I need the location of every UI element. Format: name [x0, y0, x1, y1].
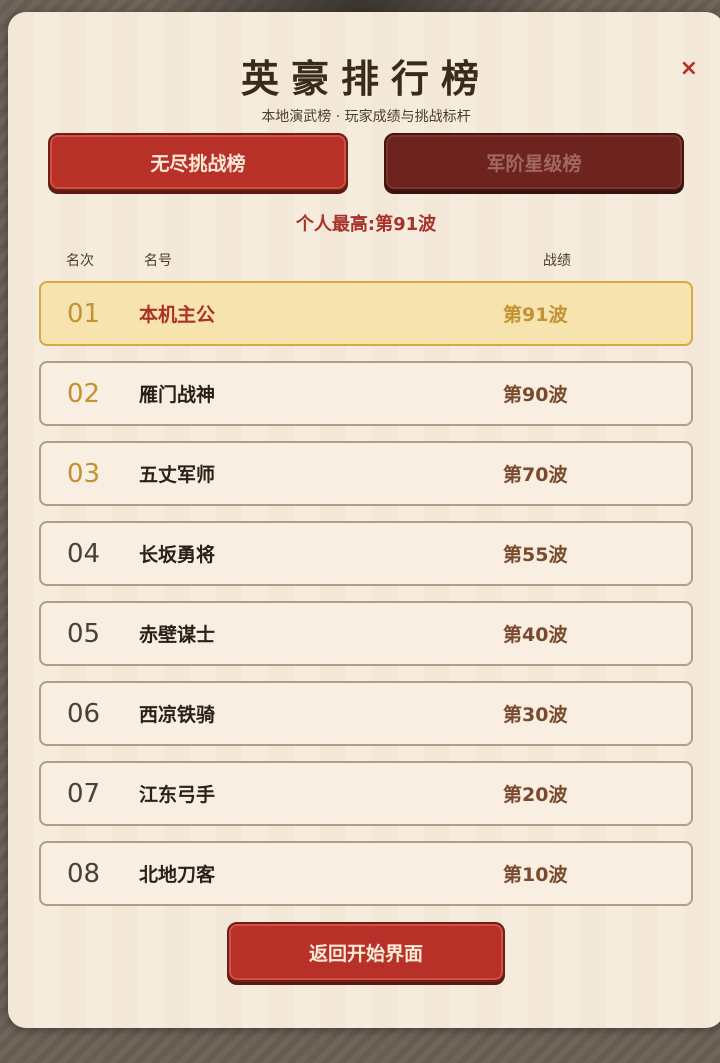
row-rank: 08	[67, 858, 101, 889]
row-score: 第10波	[503, 864, 568, 886]
tab-endless-challenge[interactable]: 无尽挑战榜	[48, 133, 348, 191]
row-score: 第30波	[503, 704, 568, 726]
header-score: 战绩	[543, 253, 571, 269]
table-row[interactable]: 04 长坂勇将 第55波	[39, 521, 693, 586]
row-rank: 07	[67, 778, 101, 809]
row-score: 第90波	[503, 384, 568, 406]
row-name: 长坂勇将	[139, 544, 216, 566]
table-row[interactable]: 08 北地刀客 第10波	[39, 841, 693, 906]
row-score: 第70波	[503, 464, 568, 486]
table-row[interactable]: 02 雁门战神 第90波	[39, 361, 693, 426]
row-name: 赤壁谋士	[139, 624, 216, 646]
row-name: 北地刀客	[139, 864, 216, 886]
page-title: 英豪排行榜	[240, 56, 491, 101]
row-rank: 04	[67, 538, 101, 569]
header-name: 名号	[144, 253, 172, 269]
row-rank: 03	[67, 458, 101, 489]
row-name: 五丈军师	[139, 464, 216, 486]
row-name: 本机主公	[139, 304, 216, 326]
row-rank: 02	[67, 378, 101, 409]
row-score: 第20波	[503, 784, 568, 806]
row-score: 第55波	[503, 544, 568, 566]
personal-best: 个人最高:第91波	[295, 214, 437, 235]
header-rank: 名次	[66, 253, 94, 269]
row-name: 西凉铁骑	[139, 704, 216, 726]
leaderboard-panel: 英豪排行榜 本地演武榜 · 玩家成绩与挑战标杆 × 无尽挑战榜 军阶星级榜 个人…	[8, 12, 720, 1028]
page-subtitle: 本地演武榜 · 玩家成绩与挑战标杆	[261, 109, 471, 125]
table-row[interactable]: 05 赤壁谋士 第40波	[39, 601, 693, 666]
table-row[interactable]: 06 西凉铁骑 第30波	[39, 681, 693, 746]
table-row[interactable]: 03 五丈军师 第70波	[39, 441, 693, 506]
close-icon[interactable]: ×	[680, 56, 698, 81]
row-rank: 06	[67, 698, 101, 729]
row-score: 第91波	[503, 304, 568, 326]
table-row[interactable]: 07 江东弓手 第20波	[39, 761, 693, 826]
row-rank: 01	[67, 298, 101, 329]
row-name: 江东弓手	[139, 784, 216, 806]
row-name: 雁门战神	[139, 384, 216, 406]
row-score: 第40波	[503, 624, 568, 646]
back-to-start-button[interactable]: 返回开始界面	[227, 922, 505, 982]
tab-rank-stars[interactable]: 军阶星级榜	[384, 133, 684, 191]
table-row[interactable]: 01 本机主公 第91波	[39, 281, 693, 346]
row-rank: 05	[67, 618, 101, 649]
